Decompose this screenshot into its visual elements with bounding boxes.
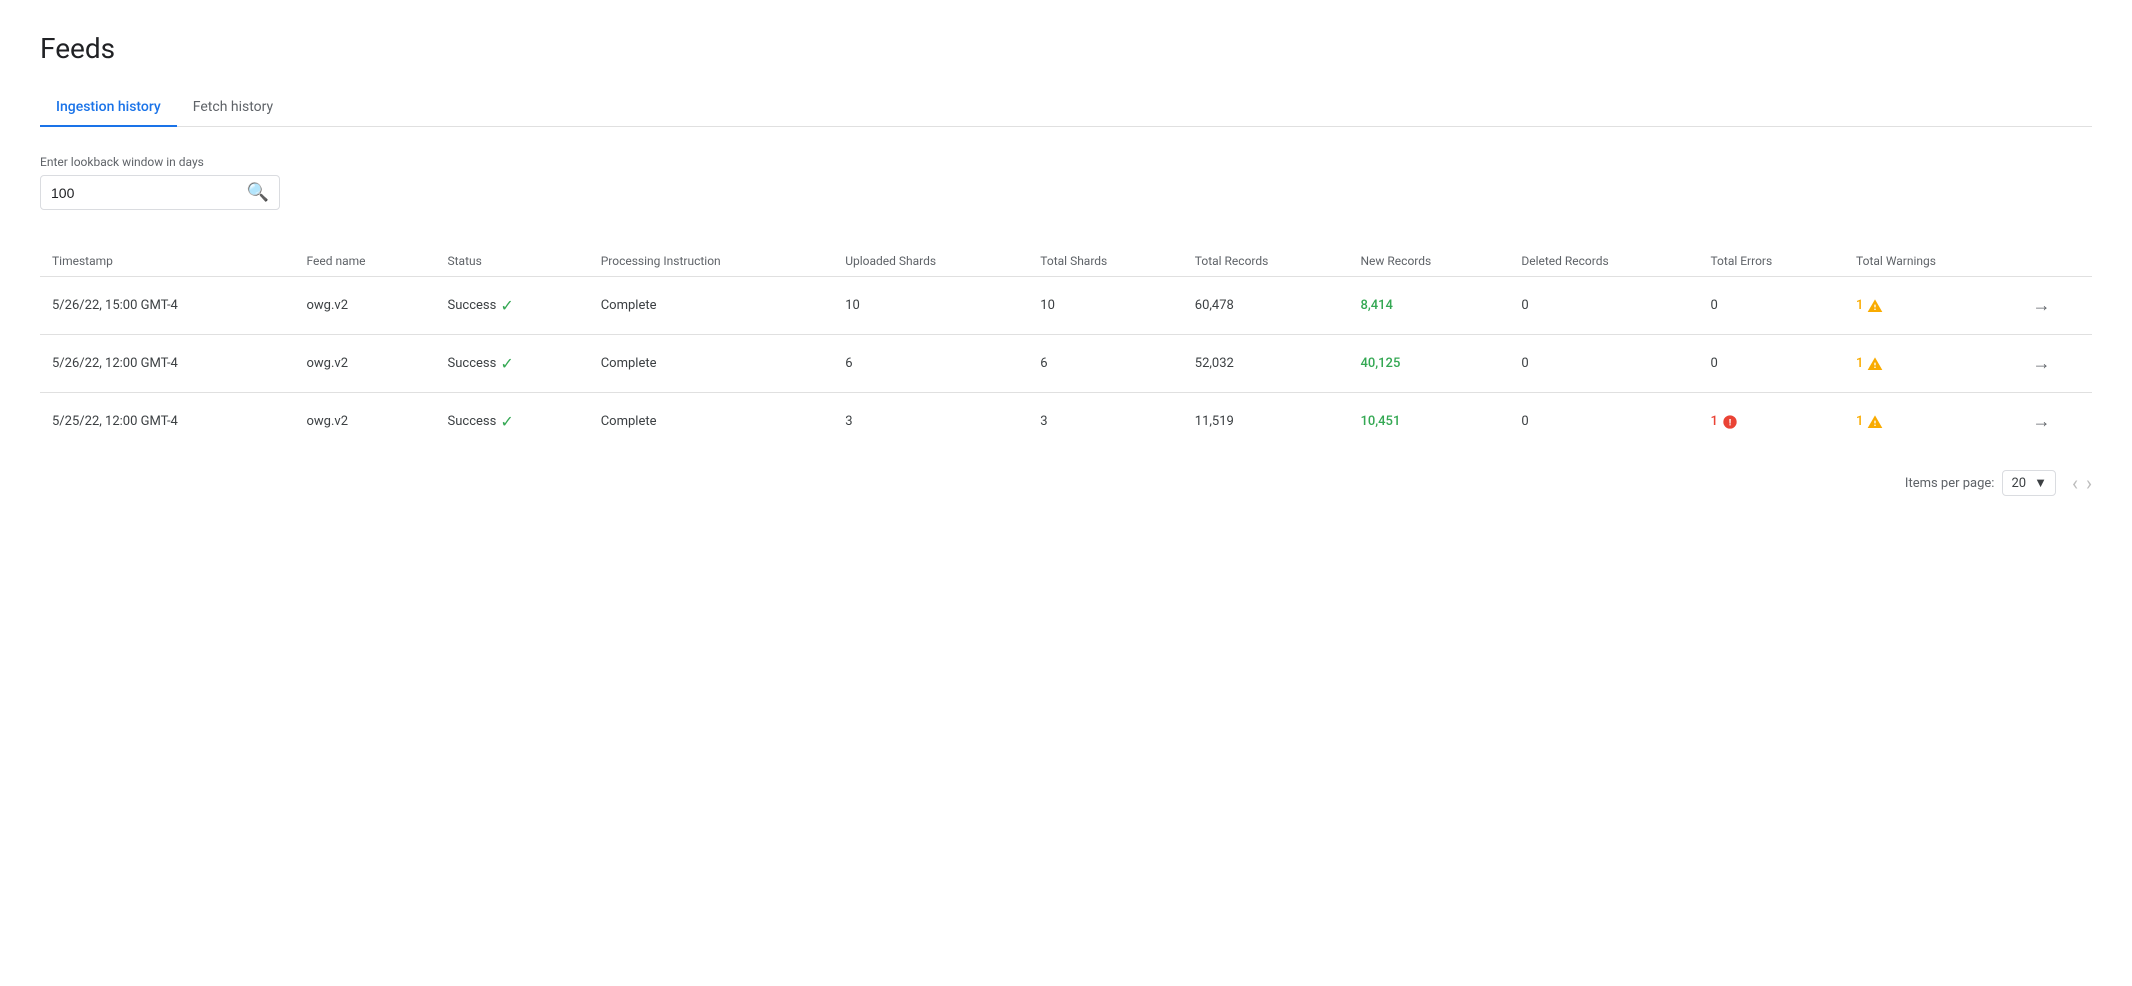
col-status: Status (436, 246, 589, 277)
cell-uploaded-shards: 6 (833, 335, 1028, 393)
next-page-button[interactable]: › (2086, 471, 2092, 495)
col-deleted-records: Deleted Records (1509, 246, 1698, 277)
cell-timestamp: 5/26/22, 12:00 GMT-4 (40, 335, 294, 393)
cell-total-warnings: 1 (1844, 277, 2021, 335)
status-text: Success (448, 298, 497, 313)
prev-page-button[interactable]: ‹ (2072, 471, 2078, 495)
pagination-nav: ‹ › (2072, 471, 2092, 495)
col-uploaded-shards: Uploaded Shards (833, 246, 1028, 277)
cell-status: Success ✓ (436, 393, 589, 451)
col-total-warnings: Total Warnings (1844, 246, 2021, 277)
cell-processing-instruction: Complete (589, 393, 833, 451)
cell-new-records: 40,125 (1348, 335, 1509, 393)
cell-total-records: 52,032 (1183, 335, 1349, 393)
col-total-records: Total Records (1183, 246, 1349, 277)
ingestion-table: Timestamp Feed name Status Processing In… (40, 246, 2092, 450)
cell-deleted-records: 0 (1509, 335, 1698, 393)
warning-badge: 1 (1856, 356, 1883, 372)
search-box: 🔍 (40, 175, 280, 210)
table-row: 5/26/22, 15:00 GMT-4 owg.v2 Success ✓ Co… (40, 277, 2092, 335)
cell-feed-name: owg.v2 (294, 393, 435, 451)
cell-status: Success ✓ (436, 277, 589, 335)
items-per-page-label: Items per page: (1905, 476, 1995, 491)
col-total-errors: Total Errors (1698, 246, 1844, 277)
cell-total-warnings: 1 (1844, 393, 2021, 451)
col-processing-instruction: Processing Instruction (589, 246, 833, 277)
cell-total-errors: 0 (1698, 277, 1844, 335)
cell-deleted-records: 0 (1509, 277, 1698, 335)
cell-action[interactable]: → (2021, 335, 2092, 393)
table-row: 5/26/22, 12:00 GMT-4 owg.v2 Success ✓ Co… (40, 335, 2092, 393)
col-new-records: New Records (1348, 246, 1509, 277)
cell-action[interactable]: → (2021, 393, 2092, 451)
tab-ingestion-history[interactable]: Ingestion history (40, 89, 177, 127)
cell-new-records: 10,451 (1348, 393, 1509, 451)
warning-badge: 1 (1856, 414, 1883, 430)
pagination-bar: Items per page: 20 ▼ ‹ › (40, 470, 2092, 496)
cell-deleted-records: 0 (1509, 393, 1698, 451)
cell-uploaded-shards: 3 (833, 393, 1028, 451)
cell-total-shards: 10 (1028, 277, 1182, 335)
row-arrow-icon[interactable]: → (2033, 353, 2051, 374)
search-icon[interactable]: 🔍 (247, 182, 269, 203)
row-arrow-icon[interactable]: → (2033, 295, 2051, 316)
cell-feed-name: owg.v2 (294, 335, 435, 393)
checkmark-icon: ✓ (500, 412, 513, 431)
checkmark-icon: ✓ (500, 354, 513, 373)
cell-processing-instruction: Complete (589, 277, 833, 335)
status-text: Success (448, 356, 497, 371)
cell-action[interactable]: → (2021, 277, 2092, 335)
col-total-shards: Total Shards (1028, 246, 1182, 277)
items-per-page-container: Items per page: 20 ▼ (1905, 470, 2056, 496)
col-timestamp: Timestamp (40, 246, 294, 277)
col-action (2021, 246, 2092, 277)
chevron-down-icon: ▼ (2034, 475, 2047, 491)
lookback-input[interactable] (51, 185, 247, 201)
cell-total-errors: 1 ! (1698, 393, 1844, 451)
cell-total-shards: 6 (1028, 335, 1182, 393)
col-feed-name: Feed name (294, 246, 435, 277)
warning-badge: 1 (1856, 298, 1883, 314)
cell-total-warnings: 1 (1844, 335, 2021, 393)
tab-fetch-history[interactable]: Fetch history (177, 89, 289, 127)
cell-status: Success ✓ (436, 335, 589, 393)
cell-total-errors: 0 (1698, 335, 1844, 393)
cell-new-records: 8,414 (1348, 277, 1509, 335)
cell-feed-name: owg.v2 (294, 277, 435, 335)
cell-uploaded-shards: 10 (833, 277, 1028, 335)
items-per-page-value: 20 (2011, 476, 2026, 491)
cell-total-records: 11,519 (1183, 393, 1349, 451)
status-text: Success (448, 414, 497, 429)
error-badge: 1 ! (1710, 414, 1737, 430)
table-row: 5/25/22, 12:00 GMT-4 owg.v2 Success ✓ Co… (40, 393, 2092, 451)
checkmark-icon: ✓ (500, 296, 513, 315)
cell-total-records: 60,478 (1183, 277, 1349, 335)
lookback-label: Enter lookback window in days (40, 155, 2092, 169)
cell-timestamp: 5/25/22, 12:00 GMT-4 (40, 393, 294, 451)
cell-total-shards: 3 (1028, 393, 1182, 451)
error-value: 0 (1710, 298, 1717, 313)
cell-timestamp: 5/26/22, 15:00 GMT-4 (40, 277, 294, 335)
row-arrow-icon[interactable]: → (2033, 411, 2051, 432)
cell-processing-instruction: Complete (589, 335, 833, 393)
tab-bar: Ingestion history Fetch history (40, 89, 2092, 127)
error-value: 0 (1710, 356, 1717, 371)
page-title: Feeds (40, 32, 2092, 65)
items-per-page-select[interactable]: 20 ▼ (2002, 470, 2056, 496)
